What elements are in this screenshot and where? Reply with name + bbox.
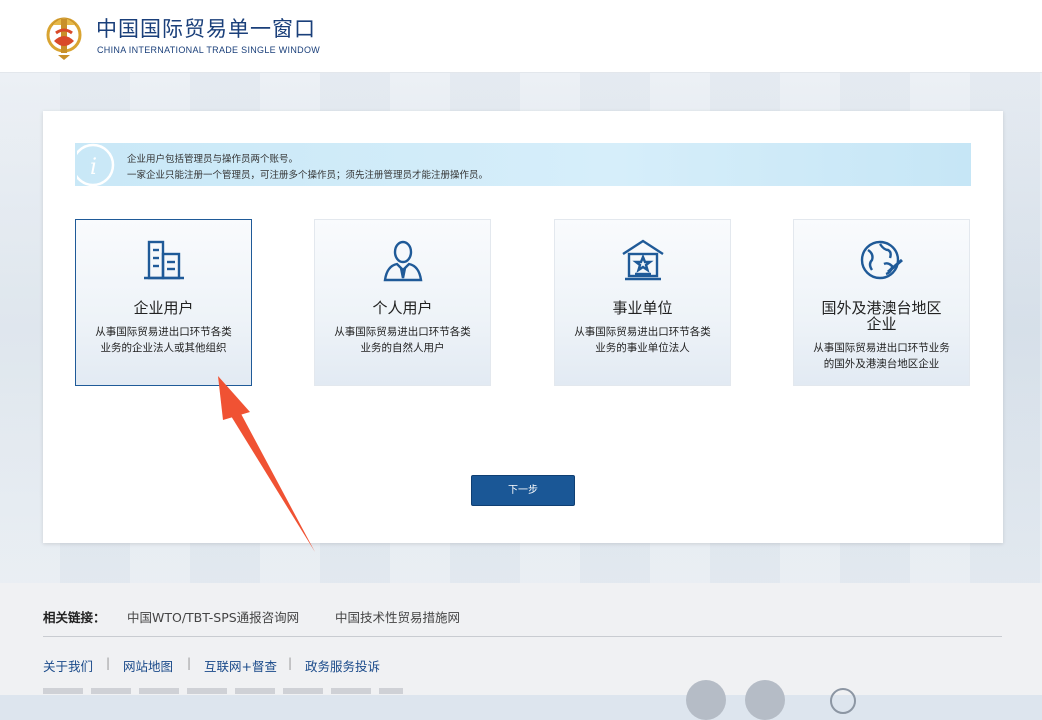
link-wto-tbt-sps[interactable]: 中国WTO/TBT-SPS通报咨询网 (127, 607, 299, 626)
info-icon: i (77, 143, 115, 186)
site-header: 中国国际贸易单一窗口 CHINA INTERNATIONAL TRADE SIN… (0, 0, 1042, 73)
site-title[interactable]: 中国国际贸易单一窗口 (96, 13, 316, 43)
option-desc-line-2: 的国外及港澳台地区企业 (823, 358, 940, 370)
notice-banner: i 企业用户包括管理员与操作员两个账号。 一家企业只能注册一个管理员，可注册多个… (75, 143, 971, 186)
building-icon (144, 240, 184, 280)
footer-link-sitemap[interactable]: 网站地图 (123, 656, 173, 675)
footer-divider (43, 636, 1002, 637)
logo-icon[interactable] (44, 11, 84, 61)
option-desc-line-1: 从事国际贸易进出口环节各类 (334, 326, 471, 338)
footer-link-service-complaint[interactable]: 政务服务投诉 (305, 656, 380, 675)
footer-link-about-us[interactable]: 关于我们 (43, 656, 93, 675)
person-icon (383, 240, 423, 282)
notice-line-1: 企业用户包括管理员与操作员两个账号。 (127, 154, 299, 165)
footer-separator: | (288, 656, 293, 670)
footer-separator: | (106, 656, 111, 670)
option-title: 个人用户 (372, 299, 433, 317)
weibo-icon[interactable] (745, 680, 785, 720)
option-desc-line-2: 业务的企业法人或其他组织 (100, 342, 227, 354)
site-subtitle: CHINA INTERNATIONAL TRADE SINGLE WINDOW (97, 45, 321, 55)
site-footer (0, 583, 1042, 695)
option-enterprise-user[interactable]: 企业用户 从事国际贸易进出口环节各类 业务的企业法人或其他组织 (75, 219, 252, 386)
institution-icon (622, 239, 664, 281)
related-links-label: 相关链接： (43, 610, 106, 625)
option-title-line-2: 企业 (866, 315, 897, 333)
option-title: 事业单位 (612, 299, 673, 317)
option-desc-line-1: 从事国际贸易进出口环节各类 (95, 326, 232, 338)
option-desc-line-1: 从事国际贸易进出口环节业务 (813, 342, 950, 354)
svg-text:i: i (90, 155, 97, 180)
globe-icon (860, 240, 903, 280)
option-desc-line-2: 业务的自然人用户 (360, 342, 445, 354)
option-title: 企业用户 (133, 299, 194, 317)
option-individual-user[interactable]: 个人用户 从事国际贸易进出口环节各类 业务的自然人用户 (314, 219, 491, 386)
footer-link-internet-supervision[interactable]: 互联网+督查 (204, 656, 277, 675)
option-public-institution[interactable]: 事业单位 从事国际贸易进出口环节各类 业务的事业单位法人 (554, 219, 731, 386)
option-desc-line-2: 业务的事业单位法人 (595, 342, 690, 354)
next-step-button[interactable]: 下一步 (471, 475, 575, 506)
option-desc-line-1: 从事国际贸易进出口环节各类 (574, 326, 711, 338)
footer-copyright-cutoff (43, 688, 403, 694)
option-foreign-enterprise[interactable]: 国外及港澳台地区 企业 从事国际贸易进出口环节业务 的国外及港澳台地区企业 (793, 219, 970, 386)
annotation-arrow-icon (218, 376, 315, 552)
wechat-icon[interactable] (686, 680, 726, 720)
badge-icon[interactable] (830, 688, 856, 714)
link-technical-trade-measures[interactable]: 中国技术性贸易措施网 (335, 607, 460, 626)
notice-line-2: 一家企业只能注册一个管理员，可注册多个操作员；须先注册管理员才能注册操作员。 (127, 170, 489, 181)
footer-separator: | (187, 656, 192, 670)
